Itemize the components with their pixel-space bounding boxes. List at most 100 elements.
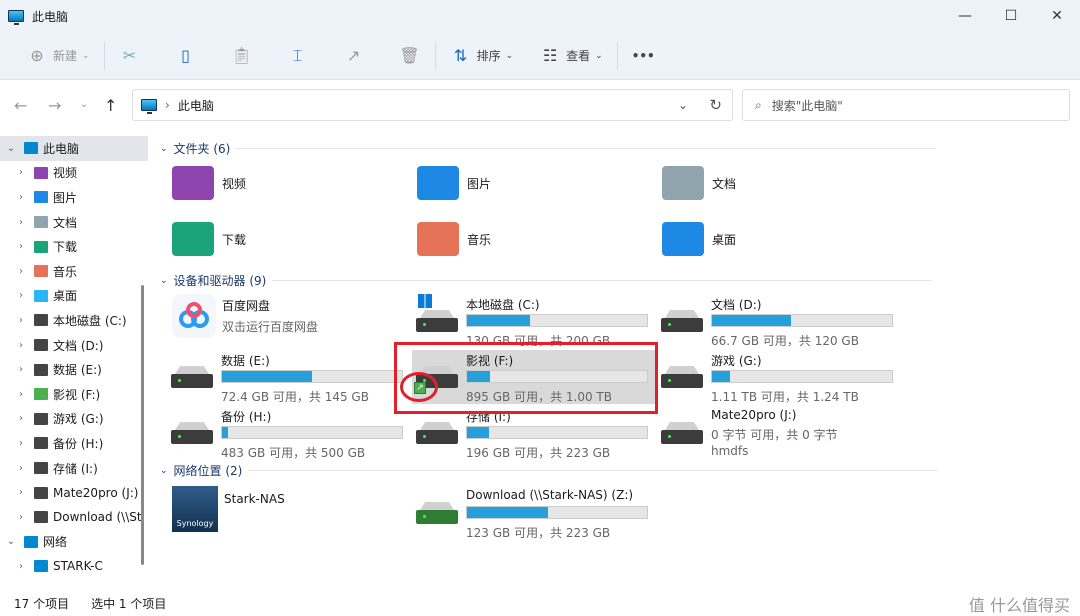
chevron-down-icon[interactable]: ⌄ <box>678 98 688 112</box>
item-name: 百度网盘 <box>222 299 271 313</box>
sidebar-item-label: 本地磁盘 (C:) <box>53 313 127 328</box>
chevron-right-icon[interactable]: › <box>14 192 28 203</box>
up-button[interactable]: ↑ <box>104 96 117 115</box>
drive-item[interactable]: Mate20pro (J:) 0 字节 可用，共 0 字节 hmdfs <box>657 406 902 460</box>
minimize-button[interactable]: — <box>942 0 988 32</box>
scissors-icon: ✂ <box>122 46 137 65</box>
drive-item[interactable]: 本地磁盘 (C:) 130 GB 可用，共 200 GB <box>412 294 657 348</box>
sidebar-item[interactable]: › 影视 (F:) <box>0 382 148 407</box>
sidebar-item[interactable]: › STARK-C <box>0 554 148 579</box>
plus-circle-icon: ⊕ <box>30 46 44 65</box>
hard-drive-icon <box>661 422 703 444</box>
drive-sub: 123 GB 可用，共 223 GB <box>466 526 611 540</box>
folder-item[interactable]: 视频 <box>172 166 246 200</box>
view-button[interactable]: ☷ 查看 ⌄ <box>531 40 611 72</box>
sidebar-item[interactable]: › 游戏 (G:) <box>0 407 148 432</box>
chevron-down-icon[interactable]: ⌄ <box>4 143 18 154</box>
sidebar-item[interactable]: ⌄ 此电脑 <box>0 136 148 161</box>
folder-icon <box>417 166 459 200</box>
chevron-right-icon[interactable]: › <box>14 315 28 326</box>
folder-item[interactable]: 下载 <box>172 222 246 256</box>
sidebar-item[interactable]: › 数据 (E:) <box>0 357 148 382</box>
sidebar-item-label: 数据 (E:) <box>53 363 102 378</box>
drive-item[interactable]: 数据 (E:) 72.4 GB 可用，共 145 GB <box>167 350 412 404</box>
sidebar-item[interactable]: › 文档 (D:) <box>0 333 148 358</box>
chevron-right-icon[interactable]: › <box>14 217 28 228</box>
address-bar[interactable]: › 此电脑 ⌄ ↻ <box>132 89 733 121</box>
usage-bar <box>466 426 648 439</box>
paste-button[interactable]: 📋︎ <box>223 40 261 72</box>
chevron-right-icon[interactable]: › <box>14 389 28 400</box>
item-icon <box>34 363 48 376</box>
sidebar-item[interactable]: › Download (\\St <box>0 505 148 530</box>
sidebar-item[interactable]: › Mate20pro (J:) <box>0 480 148 505</box>
drive-item[interactable]: 备份 (H:) 483 GB 可用，共 500 GB <box>167 406 412 460</box>
item-count: 17 个项目 <box>14 597 70 611</box>
drive-item[interactable]: 文档 (D:) 66.7 GB 可用，共 120 GB <box>657 294 902 348</box>
copy-button[interactable]: ▯ <box>167 40 205 72</box>
group-label: 设备和驱动器 (9) <box>173 274 267 288</box>
new-button[interactable]: ⊕ 新建 ⌄ <box>18 40 98 72</box>
drive-item[interactable]: 存储 (I:) 196 GB 可用，共 223 GB <box>412 406 657 460</box>
sidebar-item[interactable]: › 图片 <box>0 185 148 210</box>
back-button[interactable]: ← <box>14 96 27 115</box>
chevron-right-icon[interactable]: › <box>14 512 28 523</box>
maximize-button[interactable]: ☐ <box>988 0 1034 32</box>
sidebar-item[interactable]: › 视频 <box>0 161 148 186</box>
close-button[interactable]: ✕ <box>1034 0 1080 32</box>
sidebar-item-label: Mate20pro (J:) <box>53 485 139 500</box>
folder-item[interactable]: 音乐 <box>417 222 491 256</box>
folder-item[interactable]: 文档 <box>662 166 736 200</box>
share-button[interactable]: ↗ <box>335 40 373 72</box>
sidebar-item[interactable]: › 下载 <box>0 234 148 259</box>
folder-item[interactable]: 桌面 <box>662 222 736 256</box>
chevron-right-icon[interactable]: › <box>14 167 28 178</box>
network-item-stark-nas[interactable]: Synology Stark-NAS <box>172 486 285 532</box>
delete-button[interactable]: 🗑︎ <box>391 40 429 72</box>
hard-drive-icon <box>171 422 213 444</box>
item-icon <box>34 265 48 278</box>
sort-button[interactable]: ⇅ 排序 ⌄ <box>442 40 522 72</box>
chevron-right-icon[interactable]: › <box>14 487 28 498</box>
search-input[interactable]: ⌕ 搜索"此电脑" <box>742 89 1070 121</box>
sidebar-scrollbar[interactable] <box>141 285 144 565</box>
refresh-icon[interactable]: ↻ <box>709 96 722 114</box>
sidebar-item-label: 此电脑 <box>43 141 80 156</box>
chevron-right-icon[interactable]: › <box>14 266 28 277</box>
sidebar-item-label: 视频 <box>53 166 78 181</box>
more-button[interactable]: ••• <box>624 40 663 72</box>
chevron-right-icon[interactable]: › <box>14 364 28 375</box>
sidebar-item[interactable]: › 文档 <box>0 210 148 235</box>
usage-bar <box>221 370 403 383</box>
rename-button[interactable]: ⌶ <box>279 40 317 72</box>
sidebar-item[interactable]: › 音乐 <box>0 259 148 284</box>
forward-button[interactable]: → <box>48 96 61 115</box>
group-header-network[interactable]: ⌄ 网络位置 (2) <box>160 462 939 479</box>
status-bar: 17 个项目 选中 1 个项目 值 什么值得买 <box>0 592 1080 615</box>
chevron-down-icon[interactable]: ⌄ <box>4 536 18 547</box>
chevron-right-icon[interactable]: › <box>14 241 28 252</box>
chevron-right-icon[interactable]: › <box>14 463 28 474</box>
chevron-right-icon[interactable]: › <box>14 561 28 572</box>
folder-item[interactable]: 图片 <box>417 166 491 200</box>
chevron-right-icon[interactable]: › <box>14 438 28 449</box>
chevron-right-icon[interactable]: › <box>14 413 28 424</box>
sidebar-item[interactable]: › 备份 (H:) <box>0 431 148 456</box>
group-header-folders[interactable]: ⌄ 文件夹 (6) <box>160 140 937 157</box>
drive-z[interactable]: Download (\\Stark-NAS) (Z:) 123 GB 可用，共 … <box>412 486 657 540</box>
sidebar-item[interactable]: › 本地磁盘 (C:) <box>0 308 148 333</box>
sidebar-item[interactable]: ⌄ 网络 <box>0 530 148 555</box>
recent-dropdown[interactable]: ⌄ <box>80 99 88 110</box>
baidu-netdisk[interactable]: 百度网盘 双击运行百度网盘 <box>172 294 318 338</box>
chevron-right-icon[interactable]: › <box>14 290 28 301</box>
sidebar-item[interactable]: › 桌面 <box>0 284 148 309</box>
drive-item[interactable]: 游戏 (G:) 1.11 TB 可用，共 1.24 TB <box>657 350 902 404</box>
view-label: 查看 <box>566 49 591 63</box>
drive-name: Mate20pro (J:) <box>711 408 797 422</box>
sidebar-item[interactable]: › 存储 (I:) <box>0 456 148 481</box>
item-icon <box>34 289 48 302</box>
cut-button[interactable]: ✂ <box>111 40 149 72</box>
group-header-devices[interactable]: ⌄ 设备和驱动器 (9) <box>160 272 933 289</box>
sidebar-item-label: 图片 <box>53 190 78 205</box>
chevron-right-icon[interactable]: › <box>14 340 28 351</box>
